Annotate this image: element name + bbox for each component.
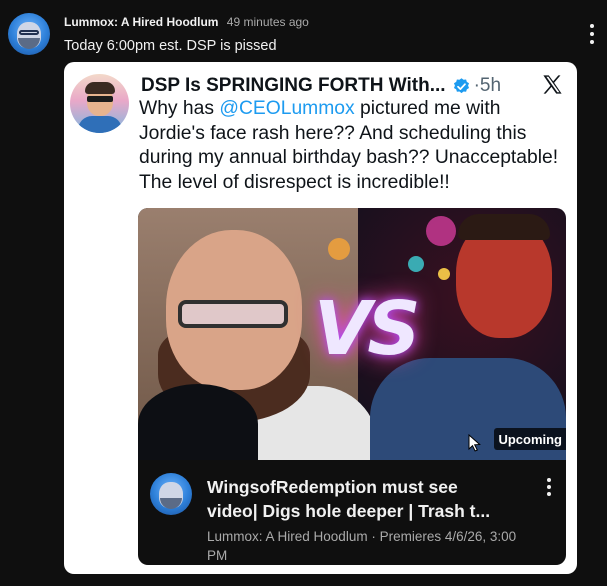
video-title: WingsofRedemption must see video| Digs h… — [207, 475, 533, 523]
video-title-line2: video| Digs hole deeper | Trash t... — [207, 501, 491, 521]
tweet-mention-link: @CEOLummox — [219, 98, 355, 119]
embedded-image-card[interactable]: DSP Is SPRINGING FORTH With... · 5h Why … — [64, 62, 577, 574]
video-meta: Lummox: A Hired Hoodlum · Premieres 4/6/… — [207, 529, 517, 563]
author-avatar[interactable] — [8, 13, 50, 55]
post-time[interactable]: 49 minutes ago — [227, 15, 309, 29]
cursor-icon — [468, 434, 481, 452]
post-meta: Lummox: A Hired Hoodlum 49 minutes ago — [64, 14, 309, 30]
verified-badge-icon — [453, 77, 469, 93]
avatar-beard — [18, 38, 40, 49]
x-logo-icon — [543, 75, 562, 94]
video-title-line1: WingsofRedemption must see — [207, 477, 458, 497]
video-more-options-icon — [544, 478, 554, 496]
upcoming-badge: Upcoming — [494, 428, 566, 450]
tweet-author-name: DSP Is SPRINGING FORTH With... — [141, 75, 446, 96]
channel-avatar — [150, 473, 192, 515]
avatar-glasses — [19, 30, 39, 35]
post-more-options-icon[interactable] — [586, 24, 598, 44]
tweet-body: Why has @CEOLummox pictured me with Jord… — [139, 97, 569, 195]
upcoming-badge-label: Upcoming — [498, 431, 562, 447]
video-thumbnail: VS Upcoming — [138, 208, 566, 460]
tweet-age: 5h — [479, 75, 502, 96]
video-info-panel: WingsofRedemption must see video| Digs h… — [138, 460, 566, 565]
thumbnail-vs-text: VS — [314, 286, 421, 372]
post-text: Today 6:00pm est. DSP is pissed — [64, 38, 277, 54]
tweet-header: DSP Is SPRINGING FORTH With... · 5h — [141, 73, 501, 99]
author-name[interactable]: Lummox: A Hired Hoodlum — [64, 15, 218, 29]
tweet-body-pre: Why has — [139, 98, 220, 119]
community-post: Lummox: A Hired Hoodlum 49 minutes ago T… — [0, 0, 607, 586]
tweet-author-avatar — [70, 74, 129, 133]
